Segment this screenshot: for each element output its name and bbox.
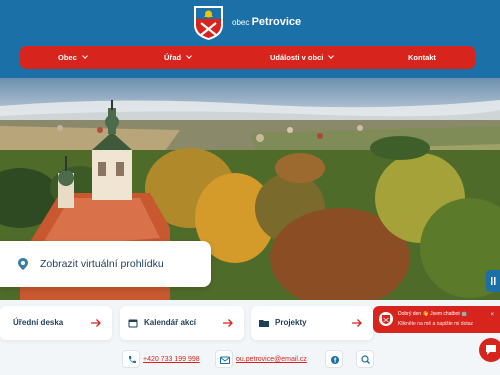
arrow-right-icon xyxy=(223,319,233,327)
nav-item-obec[interactable]: Obec xyxy=(58,46,88,69)
nav-label: Kontakt xyxy=(408,53,436,62)
nav-item-urad[interactable]: Úřad xyxy=(164,46,192,69)
chatbot-greeting: Dobrý den 👋 Jsem chatbot 🤖 xyxy=(398,311,468,317)
chevron-down-icon xyxy=(328,53,335,59)
facebook-icon-box[interactable] xyxy=(325,350,343,368)
chevron-down-icon xyxy=(186,53,192,59)
chatbot-popup[interactable]: Dobrý den 👋 Jsem chatbot 🤖 Klikněte na m… xyxy=(373,306,500,333)
close-icon[interactable]: × xyxy=(490,312,494,318)
phone-icon xyxy=(129,356,136,364)
nav-label: Obec xyxy=(58,53,77,62)
contact-bar: +420 733 199 998 ou.petrovice@email.cz xyxy=(0,346,500,375)
nav-item-udalosti[interactable]: Události v obci xyxy=(270,46,335,69)
quick-link-kalendar-akci[interactable]: Kalendář akcí xyxy=(120,306,244,340)
chatbot-subtext: Klikněte na mě a napište mi dotaz xyxy=(398,321,474,327)
crest-icon xyxy=(382,315,390,324)
arrow-right-icon xyxy=(91,319,101,327)
nav-label: Události v obci xyxy=(270,53,324,62)
folder-icon xyxy=(259,320,269,327)
quick-link-label: Projekty xyxy=(275,318,307,327)
coat-of-arms-logo[interactable] xyxy=(193,5,224,41)
site-header: obec Petrovice Obec Úřad Události v obci… xyxy=(0,0,500,78)
quick-link-label: Úřední deska xyxy=(13,318,64,327)
calendar-icon xyxy=(128,319,138,328)
quick-link-label: Kalendář akcí xyxy=(144,318,197,327)
brand-name: Petrovice xyxy=(251,16,302,28)
site-brand[interactable]: obec Petrovice xyxy=(232,16,301,28)
email-icon-box[interactable] xyxy=(215,350,233,368)
nav-label: Úřad xyxy=(164,53,182,62)
chatbot-avatar xyxy=(379,312,393,326)
phone-link[interactable]: +420 733 199 998 xyxy=(143,356,200,363)
search-icon xyxy=(361,355,370,364)
side-panel-toggle[interactable] xyxy=(486,270,500,292)
email-link[interactable]: ou.petrovice@email.cz xyxy=(236,356,307,363)
virtual-tour-label: Zobrazit virtuální prohlídku xyxy=(40,258,164,270)
brand-prefix: obec xyxy=(232,18,250,27)
facebook-icon xyxy=(331,356,339,364)
chevron-down-icon xyxy=(81,53,88,59)
main-navigation: Obec Úřad Události v obci Kontakt xyxy=(20,46,475,69)
mail-icon xyxy=(220,356,230,364)
arrow-right-icon xyxy=(352,319,362,327)
virtual-tour-button[interactable]: Zobrazit virtuální prohlídku xyxy=(0,241,211,287)
map-pin-icon xyxy=(18,258,28,270)
search-icon-box[interactable] xyxy=(356,350,374,368)
quick-link-uredni-deska[interactable]: Úřední deska xyxy=(0,306,112,340)
nav-item-kontakt[interactable]: Kontakt xyxy=(408,46,436,69)
pause-icon xyxy=(491,277,496,285)
quick-link-projekty[interactable]: Projekty xyxy=(251,306,373,340)
phone-icon-box[interactable] xyxy=(122,350,140,368)
